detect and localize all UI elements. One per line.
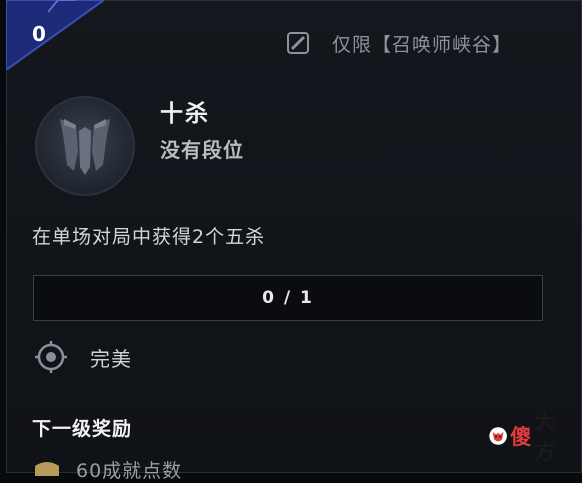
challenge-rank: 没有段位	[160, 138, 244, 162]
count-badge: 0	[5, 0, 106, 72]
challenge-title: 十杀	[160, 101, 210, 127]
challenge-description: 在单场对局中获得2个五杀	[32, 226, 266, 248]
next-reward-header: 下一级奖励	[32, 418, 133, 440]
mode-restriction: 仅限【召唤师峡谷】	[286, 30, 512, 56]
mode-label: 仅限【召唤师峡谷】	[332, 33, 513, 56]
fox-logo-icon	[489, 427, 507, 445]
watermark: 傻 大方	[488, 410, 564, 464]
ribbon-icon	[5, 0, 106, 72]
progress-bar: 0 / 1	[33, 275, 543, 321]
mastery-crest-icon	[35, 96, 135, 196]
tier-target-icon	[35, 341, 67, 373]
watermark-text-2: 大方	[534, 410, 557, 464]
watermark-text-1: 傻	[510, 425, 533, 449]
token-icon	[35, 462, 59, 476]
progress-text: 0 / 1	[262, 288, 314, 308]
no-mode-icon	[287, 32, 309, 54]
reward-label: 60成就点数	[76, 460, 183, 482]
badge-count: 0	[32, 22, 46, 46]
tier-label: 完美	[90, 347, 132, 371]
